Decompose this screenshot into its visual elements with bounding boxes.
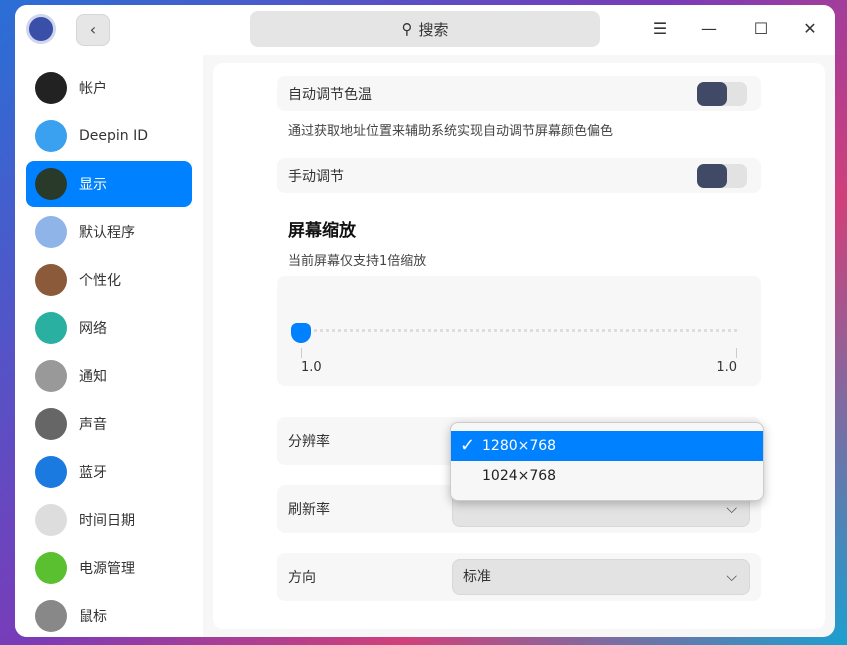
bell-icon bbox=[35, 360, 67, 392]
resolution-dropdown: ✓ 1280×768 1024×768 bbox=[450, 422, 764, 501]
minimize-button[interactable]: — bbox=[697, 17, 721, 41]
checkmark-icon: ✓ bbox=[460, 435, 476, 456]
scaling-desc: 当前屏幕仅支持1倍缩放 bbox=[288, 254, 427, 269]
manual-adjust-label: 手动调节 bbox=[288, 168, 344, 185]
sidebar-item-label: 蓝牙 bbox=[79, 465, 107, 481]
sidebar-item[interactable]: 蓝牙 bbox=[26, 449, 192, 495]
sidebar-item[interactable]: 通知 bbox=[26, 353, 192, 399]
auto-color-temp-label: 自动调节色温 bbox=[288, 86, 372, 103]
bluetooth-icon bbox=[35, 456, 67, 488]
scale-max-label: 1.0 bbox=[716, 360, 737, 375]
orientation-row: 方向 标准 ⌵ bbox=[277, 553, 761, 601]
slider-handle[interactable] bbox=[291, 323, 311, 343]
search-input[interactable]: ⚲ 搜索 bbox=[250, 11, 600, 47]
sidebar-item-label: 帐户 bbox=[79, 81, 107, 97]
orientation-value: 标准 bbox=[463, 569, 491, 585]
sidebar-item-label: 声音 bbox=[79, 417, 107, 433]
sidebar-item-label: 默认程序 bbox=[79, 225, 135, 241]
sidebar-item-label: 电源管理 bbox=[79, 561, 135, 577]
resolution-label: 分辨率 bbox=[288, 434, 330, 450]
maximize-button[interactable]: ☐ bbox=[749, 17, 773, 41]
sidebar-item[interactable]: 显示 bbox=[26, 161, 192, 207]
sidebar-item[interactable]: 个性化 bbox=[26, 257, 192, 303]
back-button[interactable]: ‹ bbox=[76, 14, 110, 46]
default-apps-icon bbox=[35, 216, 67, 248]
sidebar-item-label: 个性化 bbox=[79, 273, 121, 289]
sidebar-item-label: 时间日期 bbox=[79, 513, 135, 529]
auto-color-temp-row: 自动调节色温 bbox=[277, 76, 761, 111]
manual-adjust-toggle[interactable] bbox=[697, 164, 747, 188]
auto-color-temp-desc: 通过获取地址位置来辅助系统实现自动调节屏幕颜色偏色 bbox=[288, 124, 614, 139]
sidebar-item-label: 网络 bbox=[79, 321, 107, 337]
speaker-icon bbox=[35, 408, 67, 440]
close-button[interactable]: ✕ bbox=[798, 17, 822, 41]
sidebar-item[interactable]: 帐户 bbox=[26, 65, 192, 111]
sidebar-item-label: 鼠标 bbox=[79, 609, 107, 625]
resolution-option[interactable]: ✓ 1280×768 bbox=[451, 431, 763, 461]
tick-min bbox=[301, 348, 302, 358]
sidebar-item[interactable]: 鼠标 bbox=[26, 593, 192, 637]
scaling-slider-card: 1.0 1.0 bbox=[277, 276, 761, 386]
menu-button[interactable]: ☰ bbox=[648, 17, 672, 41]
sidebar-item[interactable]: 时间日期 bbox=[26, 497, 192, 543]
battery-icon bbox=[35, 552, 67, 584]
tick-max bbox=[736, 348, 737, 358]
cloud-icon bbox=[35, 120, 67, 152]
scale-min-label: 1.0 bbox=[301, 360, 322, 375]
manual-adjust-row: 手动调节 bbox=[277, 158, 761, 193]
sidebar-item[interactable]: 默认程序 bbox=[26, 209, 192, 255]
titlebar: ‹ ⚲ 搜索 ☰ — ☐ ✕ bbox=[15, 5, 835, 55]
resolution-option[interactable]: 1024×768 bbox=[451, 461, 763, 491]
orientation-label: 方向 bbox=[288, 570, 316, 586]
search-icon: ⚲ bbox=[401, 20, 413, 38]
clock-icon bbox=[35, 504, 67, 536]
sidebar-item-label: Deepin ID bbox=[79, 128, 149, 144]
orientation-select[interactable]: 标准 ⌵ bbox=[452, 559, 750, 595]
auto-color-temp-toggle[interactable] bbox=[697, 82, 747, 106]
chevron-down-icon: ⌵ bbox=[726, 569, 737, 585]
app-logo-icon bbox=[26, 14, 56, 44]
sidebar-item[interactable]: Deepin ID bbox=[26, 113, 192, 159]
personalization-icon bbox=[35, 264, 67, 296]
control-center-window: ‹ ⚲ 搜索 ☰ — ☐ ✕ 帐户 Deepin ID 显示默认程序个性化网络通知声音… bbox=[15, 5, 835, 637]
scaling-title: 屏幕缩放 bbox=[288, 221, 356, 241]
sidebar-item[interactable]: 电源管理 bbox=[26, 545, 192, 591]
network-icon bbox=[35, 312, 67, 344]
refresh-rate-label: 刷新率 bbox=[288, 502, 330, 518]
sidebar-item-label: 显示 bbox=[79, 177, 107, 193]
display-settings-panel: 自动调节色温 通过获取地址位置来辅助系统实现自动调节屏幕颜色偏色 手动调节 屏幕… bbox=[213, 63, 825, 629]
slider-track[interactable] bbox=[303, 329, 737, 332]
mouse-icon bbox=[35, 600, 67, 632]
sidebar-item-label: 通知 bbox=[79, 369, 107, 385]
sidebar-item[interactable]: 声音 bbox=[26, 401, 192, 447]
sidebar-item[interactable]: 网络 bbox=[26, 305, 192, 351]
display-icon bbox=[35, 168, 67, 200]
account-icon bbox=[35, 72, 67, 104]
sidebar: 帐户 Deepin ID 显示默认程序个性化网络通知声音蓝牙时间日期电源管理鼠标 bbox=[15, 55, 203, 637]
